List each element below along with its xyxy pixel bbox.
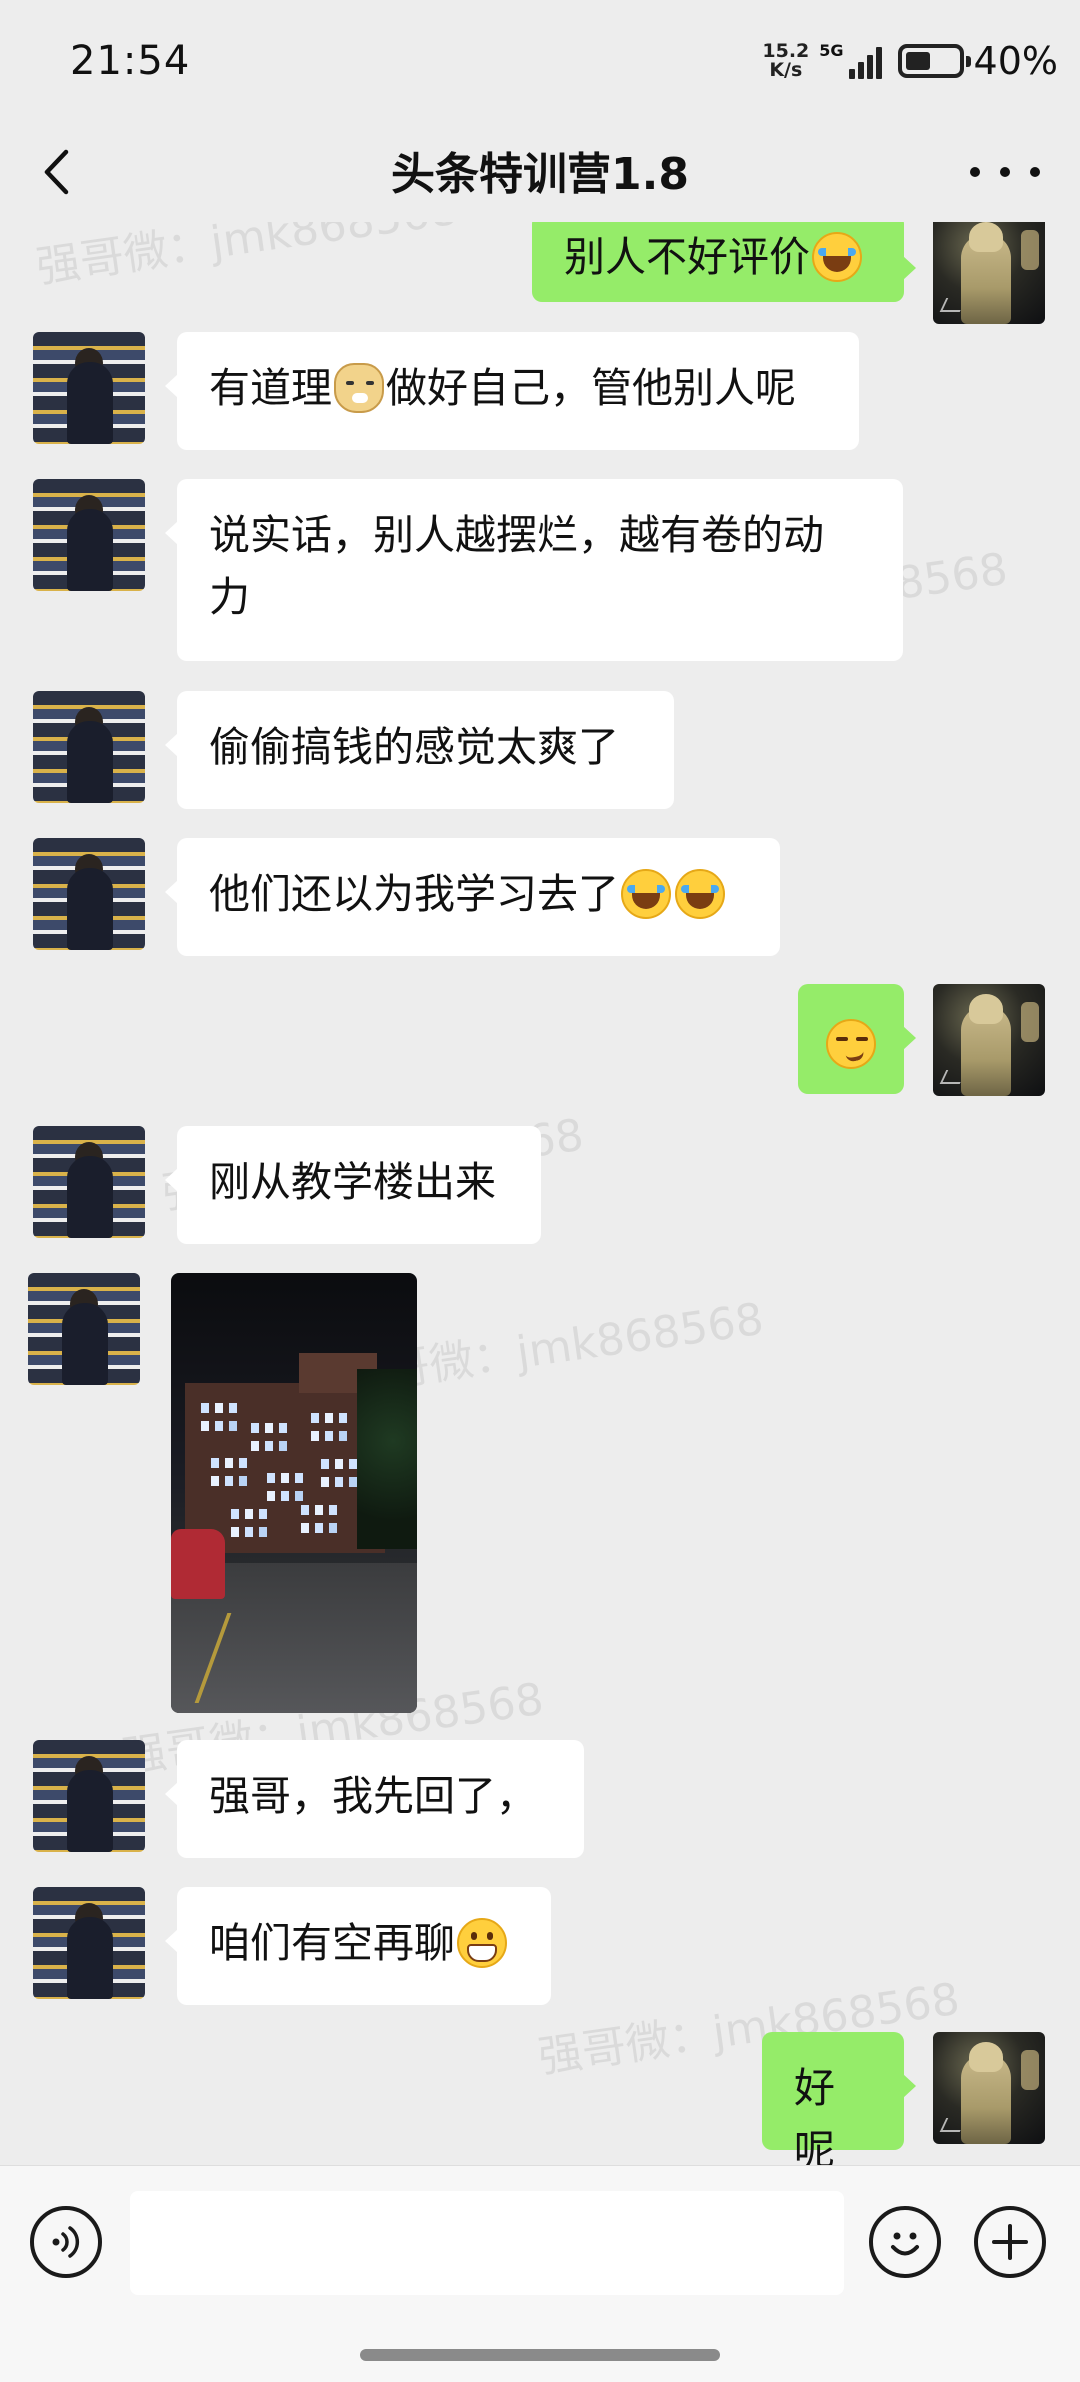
contact-avatar[interactable] [33,332,145,444]
status-time: 21:54 [70,38,191,84]
smirk-emoji-icon [826,1019,876,1069]
message-bubble-sent[interactable]: 好呢 [762,2032,916,2165]
message-bubble-received[interactable]: 有道理 做好自己，管他别人呢 [165,332,859,450]
doge-emoji-icon [334,363,384,413]
laugh-tears-emoji-icon [675,869,725,919]
message-bubble-received[interactable]: 他们还以为我学习去了 [165,838,780,956]
message-bubble-received[interactable]: 强哥，我先回了， [165,1740,584,1858]
message-list[interactable]: 强哥微：jmk868568 强哥微：jmk868568 强哥微：jmk86856… [0,222,1080,2165]
message-bubble-sent[interactable]: 别人不好评价 [532,222,916,302]
chat-title: 头条特训营1.8 [391,149,689,200]
message-text: 别人不好评价 [564,233,810,281]
contact-avatar[interactable] [33,691,145,803]
my-avatar[interactable] [933,222,1045,324]
my-avatar[interactable] [933,2032,1045,2144]
message-text: 强哥，我先回了， [209,1772,537,1820]
laugh-tears-emoji-icon [621,869,671,919]
watermark: 强哥微：jmk868568 [33,222,461,294]
chat-input-bar [0,2165,1080,2382]
network-type: 5G [819,41,844,60]
message-bubble-received[interactable]: 咱们有空再聊 [165,1887,551,2005]
message-text: 有道理 [209,364,332,412]
net-speed-unit: K/s [769,59,803,81]
voice-icon[interactable] [30,2206,102,2278]
message-text: 刚从教学楼出来 [209,1158,496,1206]
message-bubble-received[interactable]: 说实话，别人越摆烂，越有卷的动 力 [165,479,903,661]
net-speed: 15.2 K/s [762,42,809,80]
contact-avatar[interactable] [28,1273,140,1385]
plus-icon[interactable] [974,2206,1046,2278]
contact-avatar[interactable] [33,1740,145,1852]
status-bar: 21:54 15.2 K/s 5G 40% [0,0,1080,122]
message-input[interactable] [130,2191,844,2295]
message-text-line: 说实话，别人越摆烂，越有卷的动 [209,511,824,559]
message-text: 咱们有空再聊 [209,1919,455,1967]
message-text: 偷偷搞钱的感觉太爽了 [209,723,619,771]
message-text: 他们还以为我学习去了 [209,870,619,918]
battery-icon [897,44,971,78]
message-text: 做好自己，管他别人呢 [386,364,796,412]
night-campus-building-photo[interactable] [171,1273,417,1713]
message-text-line: 力 [209,573,250,621]
laugh-tears-emoji-icon [812,232,862,282]
battery-percent: 40% [973,39,1058,83]
contact-avatar[interactable] [33,838,145,950]
contact-avatar[interactable] [33,1887,145,1999]
signal-icon: 5G [819,41,882,79]
message-text: 好呢 [794,2064,835,2165]
home-indicator[interactable] [360,2349,720,2361]
contact-avatar[interactable] [33,1126,145,1238]
chat-header: 头条特训营1.8 [0,122,1080,222]
my-avatar[interactable] [933,984,1045,1096]
contact-avatar[interactable] [33,479,145,591]
more-dots-icon[interactable] [970,150,1040,194]
message-bubble-received[interactable]: 偷偷搞钱的感觉太爽了 [165,691,674,809]
grin-emoji-icon [457,1918,507,1968]
message-bubble-received[interactable]: 刚从教学楼出来 [165,1126,541,1244]
message-bubble-sent[interactable] [798,984,916,1094]
smiley-icon[interactable] [869,2206,941,2278]
status-icons: 15.2 K/s 5G 40% [762,36,1058,86]
